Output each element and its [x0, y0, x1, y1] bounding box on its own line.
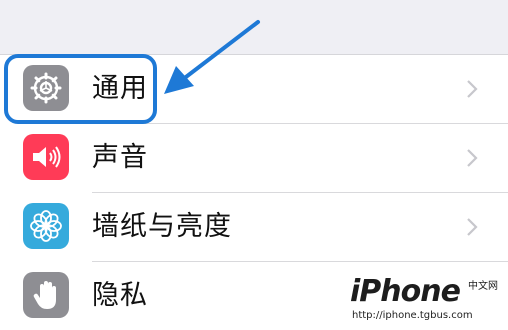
- settings-row-privacy[interactable]: 隐私: [0, 262, 508, 330]
- gear-icon: [23, 65, 69, 111]
- chevron-right-icon: [467, 149, 478, 167]
- flower-icon: [23, 203, 69, 249]
- top-header-band: [0, 0, 508, 55]
- settings-row-general[interactable]: 通用: [0, 55, 508, 123]
- settings-list: 通用 声音 墙纸与亮度 隐私: [0, 55, 508, 330]
- speaker-icon: [23, 134, 69, 180]
- settings-row-label: 通用: [92, 73, 148, 104]
- settings-row-label: 声音: [92, 142, 148, 173]
- settings-row-label: 隐私: [92, 280, 148, 311]
- chevron-right-icon: [467, 80, 478, 98]
- hand-icon: [23, 272, 69, 318]
- chevron-right-icon: [467, 218, 478, 236]
- settings-row-label: 墙纸与亮度: [92, 211, 232, 242]
- settings-row-wallpaper-brightness[interactable]: 墙纸与亮度: [0, 193, 508, 261]
- settings-row-sounds[interactable]: 声音: [0, 124, 508, 192]
